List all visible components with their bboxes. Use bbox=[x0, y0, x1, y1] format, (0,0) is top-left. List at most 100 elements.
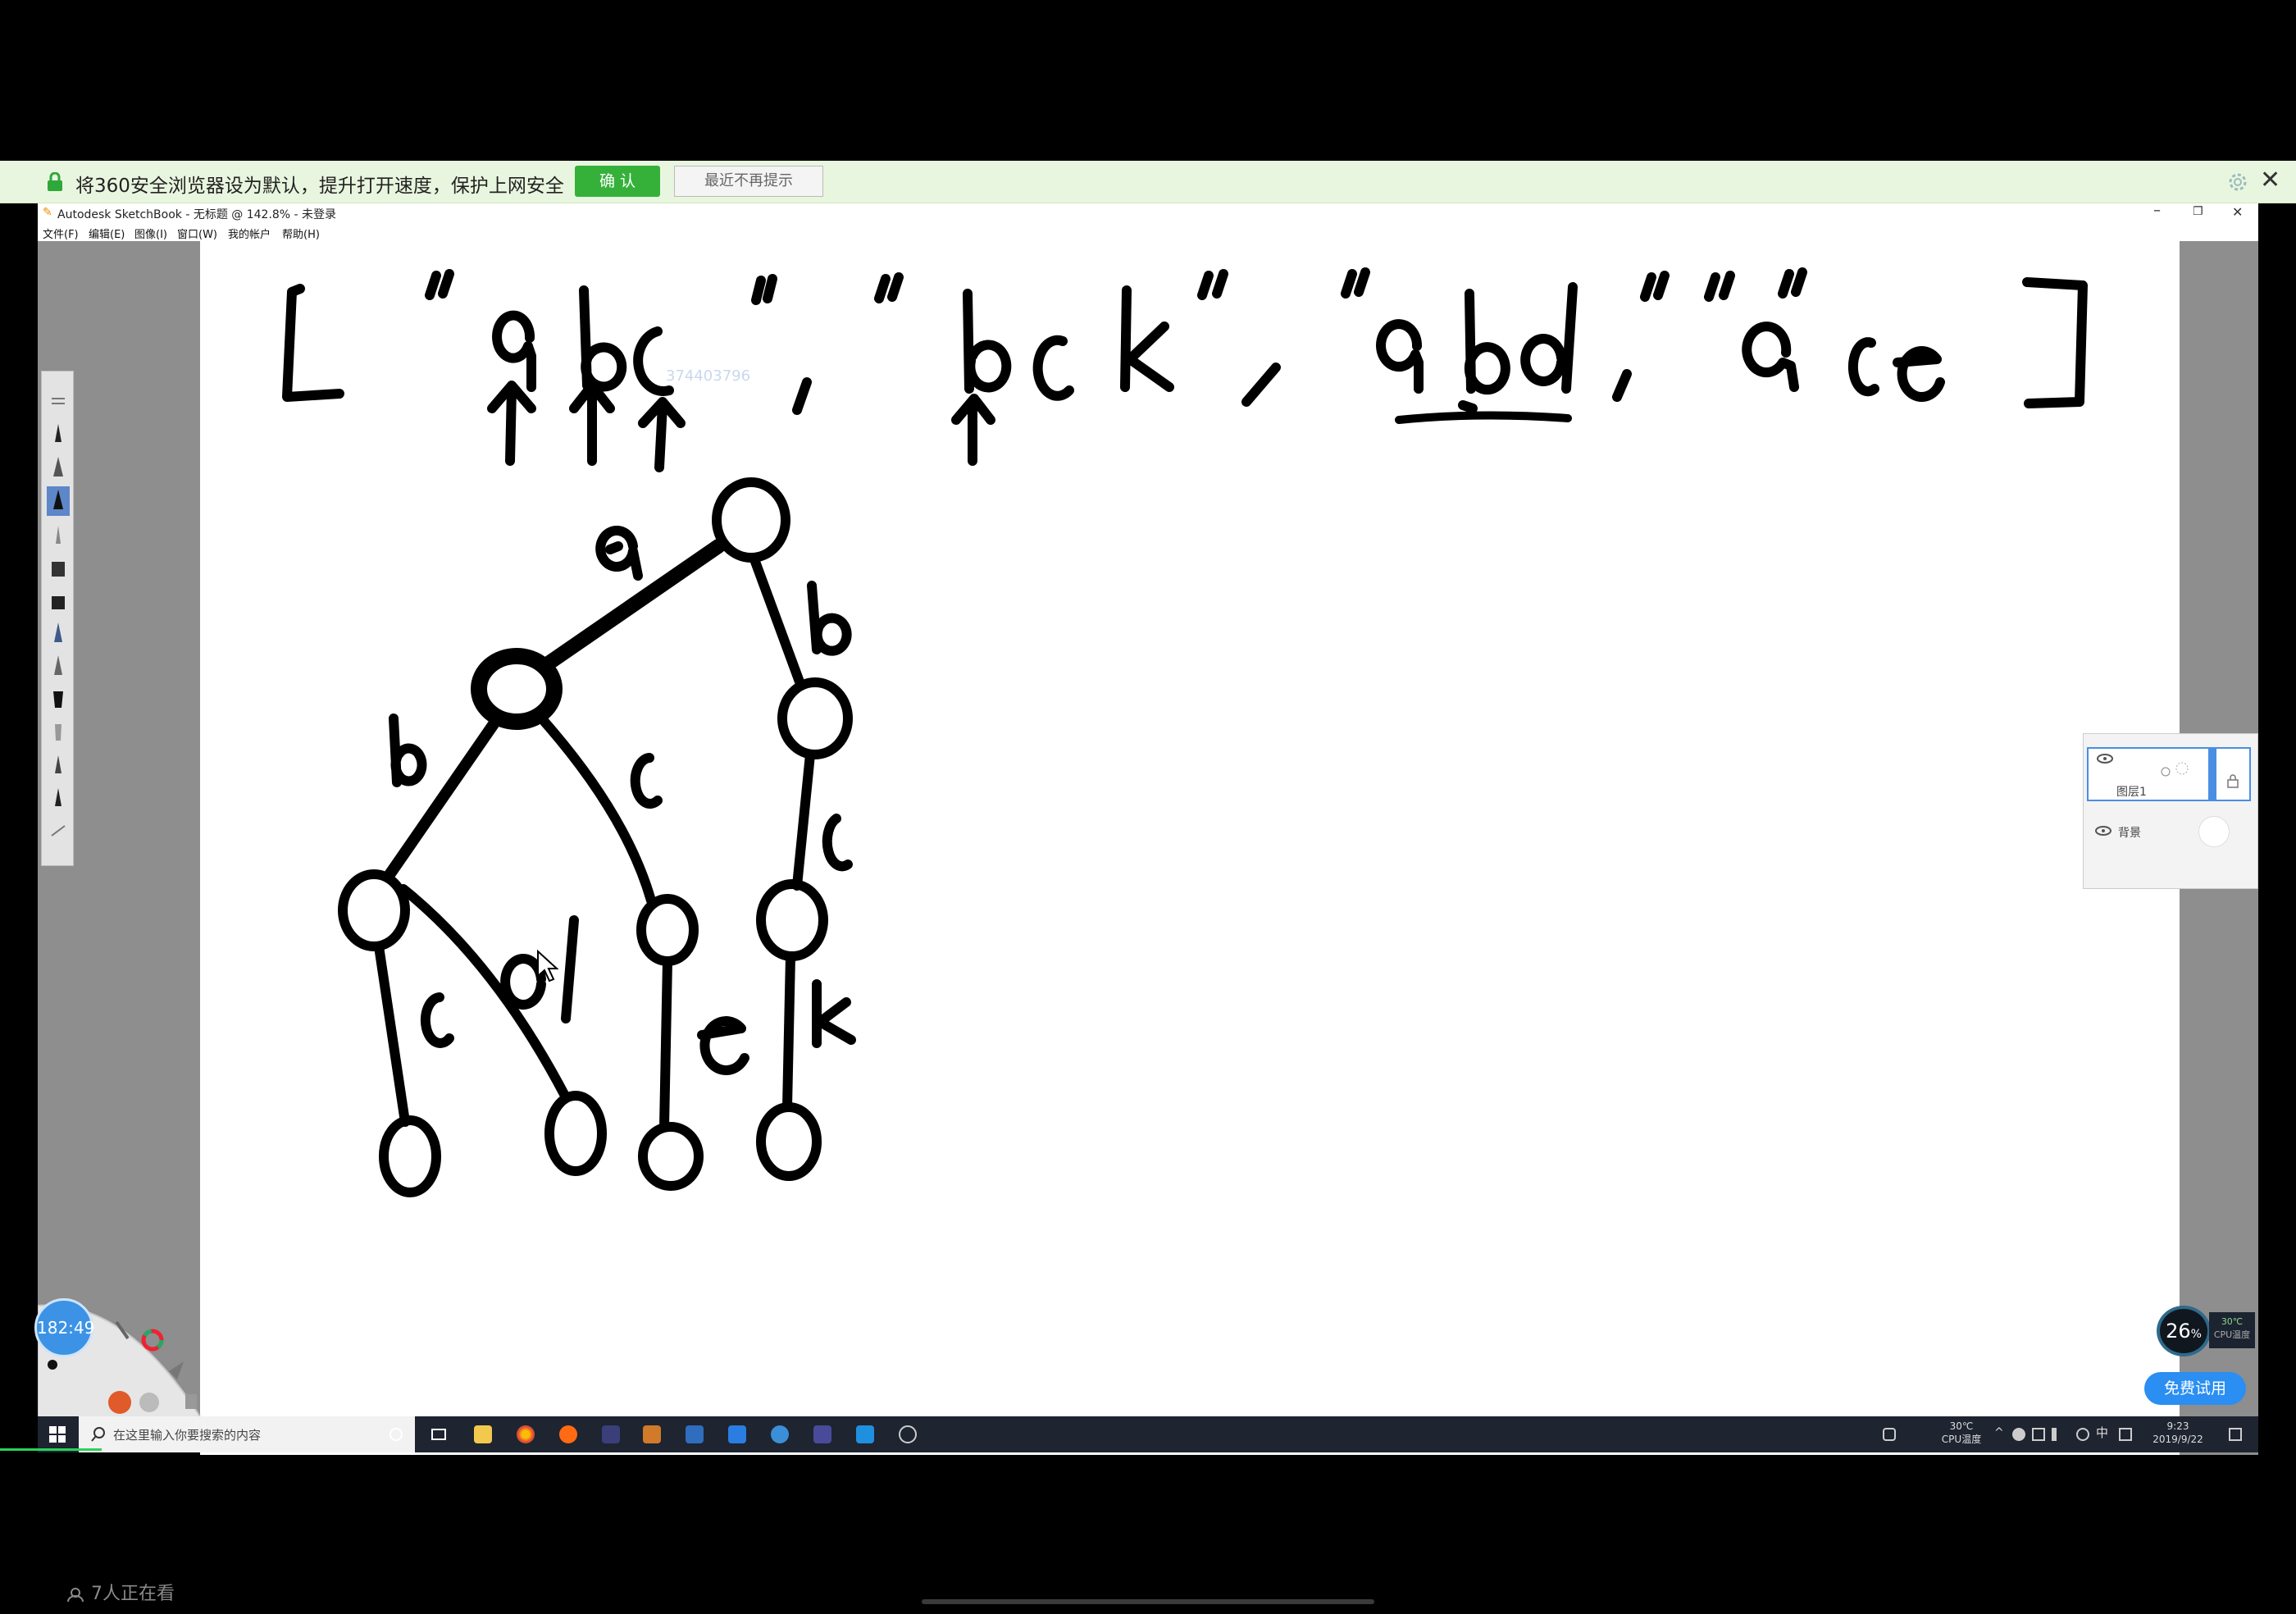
onedrive-icon[interactable] bbox=[2012, 1428, 2025, 1441]
node-ace bbox=[638, 1122, 704, 1191]
brush-smudge-icon[interactable] bbox=[47, 685, 70, 714]
brush-felt-icon[interactable] bbox=[47, 783, 70, 813]
close-notification-icon[interactable]: ✕ bbox=[2260, 166, 2280, 194]
letter-b bbox=[579, 285, 627, 392]
node-ac bbox=[636, 894, 699, 966]
node-bc bbox=[756, 879, 828, 961]
progress-line bbox=[0, 1448, 102, 1451]
label-b-left bbox=[389, 714, 427, 787]
task-view-icon[interactable] bbox=[430, 1425, 448, 1443]
maximize-button[interactable]: ❐ bbox=[2193, 205, 2203, 218]
brush-more-icon[interactable] bbox=[47, 821, 70, 839]
brush-eraser-icon[interactable] bbox=[47, 554, 70, 583]
brush-sharpen-icon[interactable] bbox=[47, 750, 70, 780]
node-bck bbox=[756, 1102, 822, 1181]
layers-panel: 图层1 背景 bbox=[2083, 733, 2258, 889]
brush-airbrush-icon[interactable] bbox=[47, 619, 70, 649]
hand-drawn-trie-sketch: 374403796 bbox=[282, 267, 2088, 1197]
app-icon-5[interactable] bbox=[813, 1425, 831, 1443]
tray-app-icon[interactable] bbox=[1883, 1428, 1896, 1441]
default-browser-notification: 将360安全浏览器设为默认，提升打开速度，保护上网安全 确 认 最近不再提示 ✕ bbox=[0, 161, 2296, 203]
edge-icon[interactable] bbox=[856, 1425, 874, 1443]
file-explorer-icon[interactable] bbox=[474, 1425, 492, 1443]
menu-image[interactable]: 图像(I) bbox=[134, 226, 167, 241]
brush-marker-icon[interactable] bbox=[47, 521, 70, 550]
title-bar: ✎ Autodesk SketchBook - 无标题 @ 142.8% - 未… bbox=[38, 202, 2258, 223]
ime-indicator[interactable]: 中 bbox=[2096, 1426, 2108, 1439]
eye-icon[interactable] bbox=[2097, 754, 2113, 764]
layer1-label: 图层1 bbox=[2116, 786, 2147, 799]
volume-icon[interactable] bbox=[2052, 1428, 2065, 1441]
viewer-count: 7人正在看 bbox=[66, 1579, 175, 1605]
windows-start-icon[interactable] bbox=[49, 1426, 66, 1443]
brush-fill-icon[interactable] bbox=[47, 586, 70, 616]
cpu-temp-widget: 30℃ CPU温度 bbox=[2209, 1312, 2255, 1348]
eye-icon[interactable] bbox=[2095, 826, 2112, 836]
background-layer-label: 背景 bbox=[2118, 827, 2141, 840]
app-icon-3[interactable] bbox=[728, 1425, 746, 1443]
open-bracket-stroke bbox=[282, 284, 344, 402]
notifications-icon[interactable] bbox=[2229, 1428, 2242, 1441]
gear-icon[interactable] bbox=[2226, 171, 2249, 194]
brush-chisel-icon[interactable] bbox=[47, 652, 70, 682]
drawing-canvas[interactable]: 374403796 bbox=[200, 241, 2180, 1455]
app-icon-2[interactable] bbox=[686, 1425, 704, 1443]
tray-cpu-temp: 30℃ CPU温度 bbox=[1941, 1420, 1982, 1445]
layer-row-background[interactable]: 背景 bbox=[2087, 809, 2251, 852]
app-icon-6[interactable] bbox=[899, 1425, 917, 1443]
screen: { "notification": { "message": "将360安全浏览… bbox=[0, 0, 2296, 1614]
brush-blur-icon[interactable] bbox=[47, 718, 70, 747]
node-b bbox=[777, 677, 853, 759]
timer-badge[interactable]: 182:49 bbox=[34, 1298, 94, 1357]
node-ab bbox=[338, 869, 410, 951]
color-puck-icon bbox=[48, 1360, 57, 1370]
layer-thumbnail bbox=[2161, 762, 2189, 777]
brush-pen-selected-icon[interactable] bbox=[47, 486, 70, 516]
close-window-button[interactable]: ✕ bbox=[2232, 204, 2243, 220]
confirm-button[interactable]: 确 认 bbox=[575, 166, 660, 197]
chrome-icon[interactable] bbox=[517, 1425, 535, 1443]
canvas-watermark: 374403796 bbox=[666, 367, 750, 385]
app-icon-1[interactable] bbox=[602, 1425, 620, 1443]
minimize-button[interactable]: – bbox=[2153, 202, 2161, 219]
lock-icon[interactable] bbox=[2226, 773, 2239, 788]
cortana-icon[interactable] bbox=[387, 1425, 405, 1443]
free-trial-button[interactable]: 免费试用 bbox=[2144, 1372, 2246, 1405]
layer-radial-icon bbox=[185, 1394, 197, 1409]
windows-taskbar: 在这里输入你要搜索的内容 30℃ CPU温度 ^ 中 9:23 2019/9/22 bbox=[38, 1416, 2258, 1452]
tray-chevron-icon[interactable]: ^ bbox=[1994, 1426, 2004, 1439]
node-root bbox=[712, 477, 790, 563]
layer-row-layer1[interactable]: 图层1 bbox=[2087, 747, 2251, 801]
cpu-usage-widget[interactable]: 26% bbox=[2157, 1306, 2211, 1356]
app-icon-4[interactable] bbox=[771, 1425, 789, 1443]
pen-icon[interactable] bbox=[2076, 1428, 2089, 1441]
dont-remind-button[interactable]: 最近不再提示 bbox=[674, 166, 823, 197]
layer-opacity-bar[interactable] bbox=[2208, 747, 2216, 801]
menu-file[interactable]: 文件(F) bbox=[43, 226, 79, 241]
app-icon: ✎ bbox=[43, 206, 52, 219]
search-icon bbox=[91, 1427, 105, 1442]
firefox-icon[interactable] bbox=[559, 1425, 577, 1443]
window-title: Autodesk SketchBook - 无标题 @ 142.8% - 未登录 bbox=[57, 208, 337, 221]
tray-clock[interactable]: 9:23 2019/9/22 bbox=[2143, 1420, 2212, 1446]
ime-mode-icon[interactable] bbox=[2119, 1428, 2132, 1441]
brush-ink-icon[interactable] bbox=[47, 454, 70, 483]
taskbar-search-box[interactable]: 在这里输入你要搜索的内容 bbox=[79, 1416, 415, 1452]
background-thumbnail bbox=[2198, 816, 2230, 847]
search-placeholder: 在这里输入你要搜索的内容 bbox=[113, 1428, 262, 1443]
menu-help[interactable]: 帮助(H) bbox=[282, 226, 320, 241]
label-c-mid bbox=[630, 753, 663, 809]
brush-pencil-icon[interactable] bbox=[47, 421, 70, 450]
sketchbook-taskbar-icon[interactable] bbox=[643, 1425, 661, 1443]
label-c-right bbox=[822, 814, 853, 872]
node-abc bbox=[379, 1115, 441, 1197]
label-a bbox=[595, 526, 643, 581]
swap-icon[interactable] bbox=[48, 394, 68, 408]
menu-edit[interactable]: 编辑(E) bbox=[89, 226, 125, 241]
menu-account[interactable]: 我的帐户 bbox=[228, 226, 271, 241]
lock-icon bbox=[48, 172, 62, 191]
menu-window[interactable]: 窗口(W) bbox=[177, 226, 217, 241]
network-icon[interactable] bbox=[2032, 1428, 2045, 1441]
home-indicator[interactable] bbox=[922, 1599, 1374, 1604]
letter-c bbox=[633, 326, 674, 396]
